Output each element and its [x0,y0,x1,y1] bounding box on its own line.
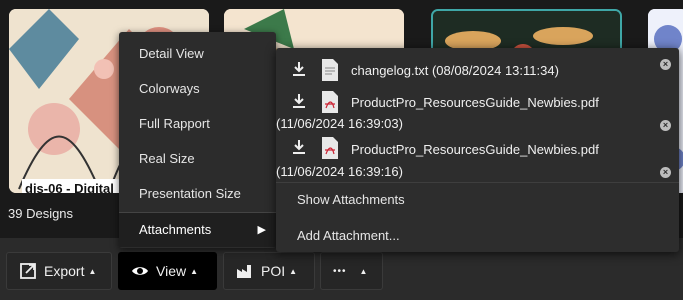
factory-icon [237,265,251,278]
menu-item-presentation-size[interactable]: Presentation Size [119,177,276,211]
more-options-button[interactable]: ••• ▲ [320,252,383,290]
download-icon [293,94,305,108]
attachments-submenu: changelog.txt (08/08/2024 13:11:34) × Pr… [276,48,679,252]
more-icon: ••• [333,265,347,277]
poi-button[interactable]: POI ▲ [223,252,315,290]
caret-up-icon: ▲ [190,266,199,276]
attachment-row[interactable]: ProductPro_ResourcesGuide_Newbies.pdf (1… [276,90,679,131]
attachment-date: (11/06/2024 16:39:16) [276,164,403,179]
thumbnail-caption: dis-06 - Digital [22,179,132,193]
menu-item-detail-view[interactable]: Detail View [119,37,276,71]
attachment-name: changelog.txt (08/08/2024 13:11:34) [351,63,559,78]
menu-item-full-rapport[interactable]: Full Rapport [119,107,276,141]
attachment-row[interactable]: changelog.txt (08/08/2024 13:11:34) × [276,58,679,88]
attachment-row[interactable]: ProductPro_ResourcesGuide_Newbies.pdf (1… [276,136,679,179]
caret-up-icon: ▲ [289,266,298,276]
export-button[interactable]: Export ▲ [6,252,112,290]
attachment-name: ProductPro_ResourcesGuide_Newbies.pdf [351,95,599,110]
eye-icon [132,267,148,275]
view-menu: Detail View Colorways Full Rapport Real … [119,32,276,248]
download-icon [293,62,305,76]
caret-up-icon: ▲ [359,266,368,276]
menu-item-colorways[interactable]: Colorways [119,72,276,106]
add-attachment-item[interactable]: Add Attachment... [297,228,400,243]
caret-up-icon: ▲ [88,266,97,276]
view-label: View [156,263,187,279]
menu-item-attachments[interactable]: Attachments ▶ [119,213,276,247]
close-icon[interactable]: × [660,120,671,131]
download-icon [293,140,305,154]
design-count: 39 Designs [8,206,74,221]
menu-item-real-size[interactable]: Real Size [119,142,276,176]
export-icon [20,263,36,279]
view-button[interactable]: View ▲ [118,252,217,290]
submenu-divider [276,182,679,183]
chevron-right-icon: ▶ [257,224,266,236]
close-icon[interactable]: × [660,59,671,70]
pdf-file-icon [322,91,338,113]
pdf-file-icon [322,137,338,159]
close-icon[interactable]: × [660,167,671,178]
attachment-date: (11/06/2024 16:39:03) [276,116,403,131]
attachment-name: ProductPro_ResourcesGuide_Newbies.pdf [351,142,599,157]
poi-label: POI [261,263,286,279]
menu-item-attachments-label: Attachments [139,222,212,237]
show-attachments-item[interactable]: Show Attachments [297,192,405,207]
export-label: Export [44,263,85,279]
text-file-icon [322,59,338,81]
